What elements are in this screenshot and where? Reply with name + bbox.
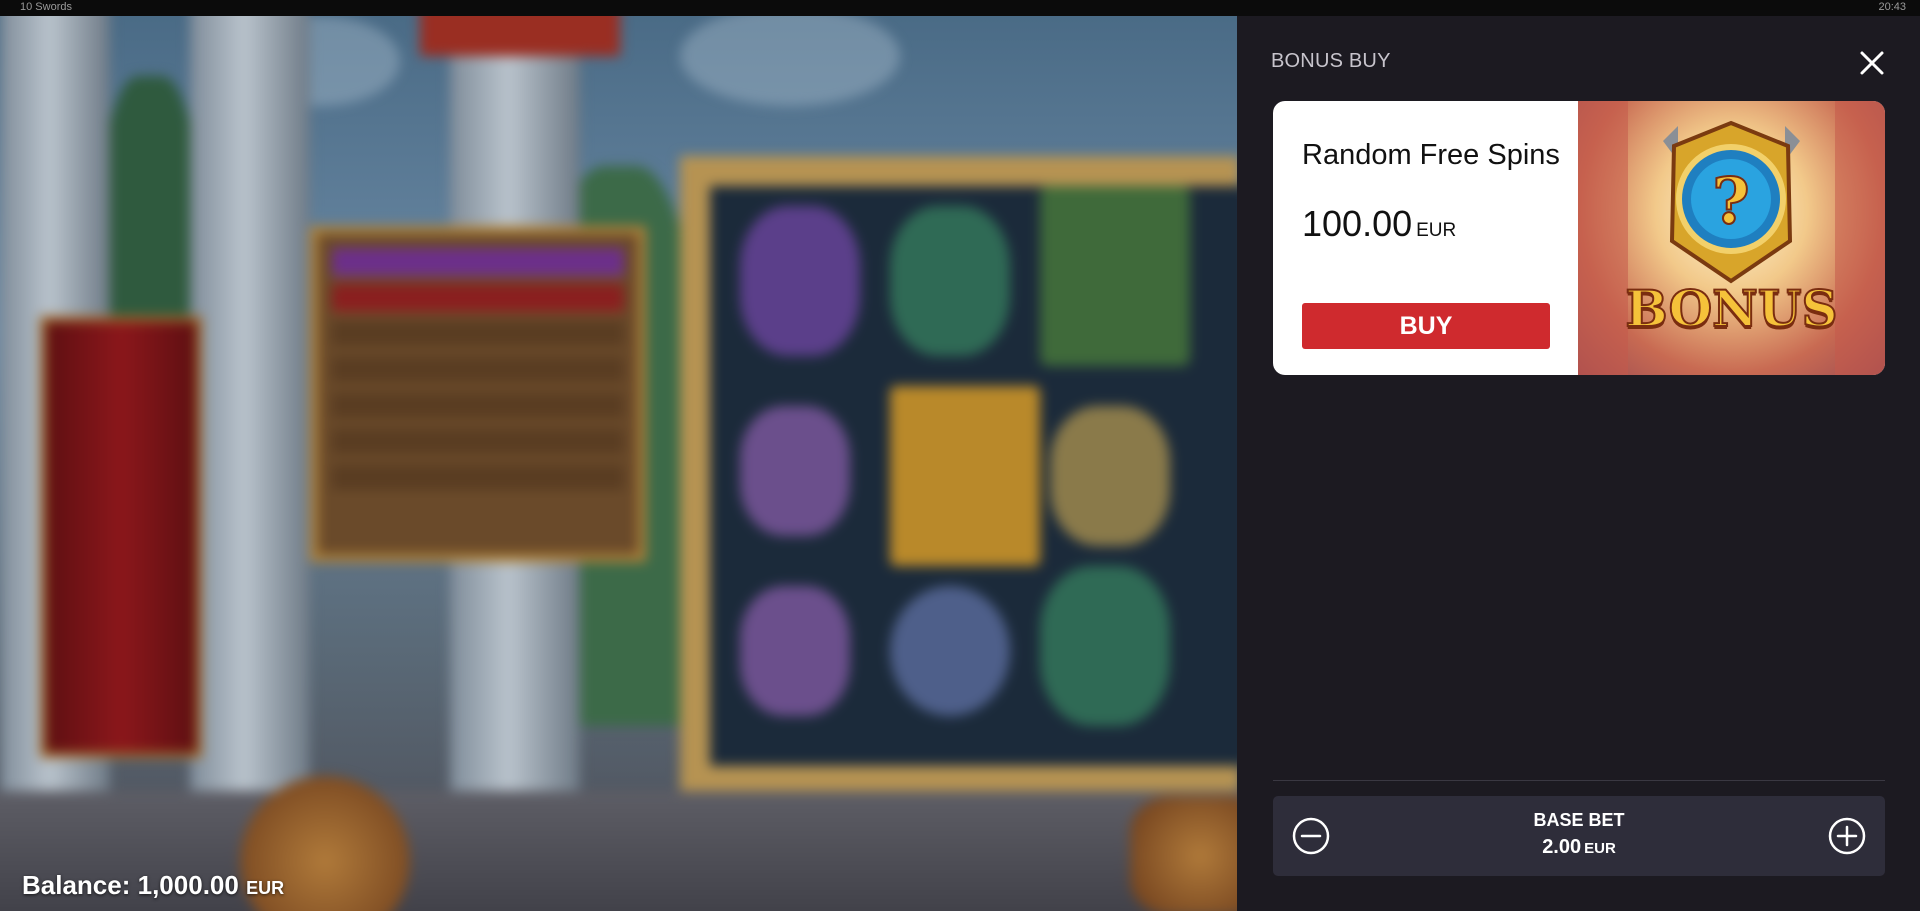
buy-button[interactable]: BUY <box>1302 303 1550 349</box>
offer-details: Random Free Spins 100.00 EUR BUY <box>1273 101 1578 375</box>
base-bet-currency: EUR <box>1584 840 1616 857</box>
balance-currency: EUR <box>246 878 285 898</box>
base-bet-amount: 2.00 <box>1542 836 1582 858</box>
game-scene-background: Balance: 1,000.00 EUR <box>0 16 1237 911</box>
panel-divider <box>1273 780 1885 781</box>
blurred-game-artwork <box>0 16 1237 911</box>
balance-display: Balance: 1,000.00 EUR <box>22 870 284 901</box>
window-title: 10 Swords <box>20 1 72 13</box>
panel-title: BONUS BUY <box>1271 50 1391 72</box>
base-bet-value: 2.00 EUR <box>1273 836 1885 859</box>
balance-value: 1,000.00 <box>137 870 239 900</box>
bonus-image: ? BONUS <box>1578 101 1885 375</box>
system-top-bar: 10 Swords 20:43 <box>0 0 1920 16</box>
base-bet-control: BASE BET 2.00 EUR <box>1273 796 1885 876</box>
balance-label: Balance: <box>22 870 131 900</box>
close-icon[interactable] <box>1857 48 1887 78</box>
offer-price: 100.00 EUR <box>1302 203 1456 245</box>
bonus-buy-panel: BONUS BUY Random Free Spins 100.00 EUR BU… <box>1237 16 1920 911</box>
plus-circle-icon[interactable] <box>1827 816 1867 856</box>
base-bet-label: BASE BET <box>1533 810 1625 830</box>
bonus-image-text: BONUS <box>1624 278 1838 339</box>
bonus-offer-card: Random Free Spins 100.00 EUR BUY ? BONUS <box>1273 101 1885 375</box>
clock: 20:43 <box>1878 1 1906 13</box>
offer-price-currency: EUR <box>1416 220 1457 241</box>
offer-name: Random Free Spins <box>1302 139 1560 171</box>
question-mark: ? <box>1712 164 1750 239</box>
offer-price-amount: 100.00 <box>1302 203 1413 244</box>
